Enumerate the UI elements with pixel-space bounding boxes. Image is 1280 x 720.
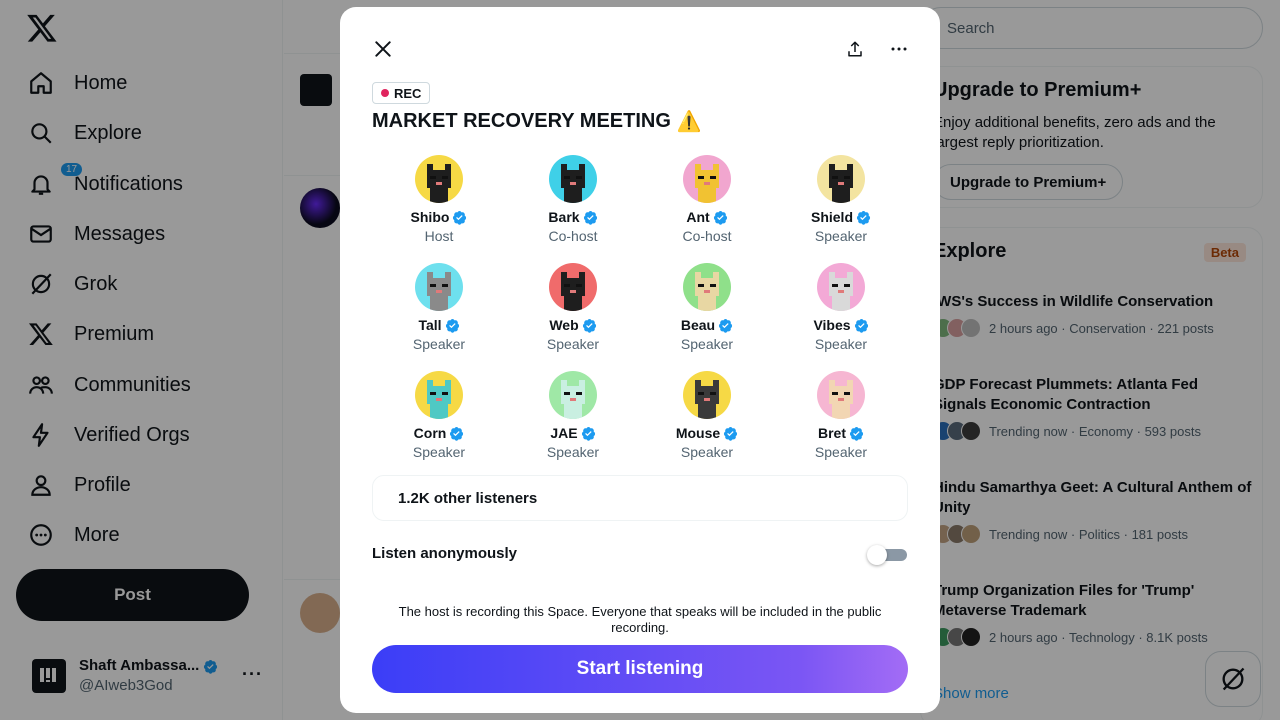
participant-ant[interactable]: Ant Co-host	[640, 155, 774, 263]
participant-name-row: Mouse	[676, 424, 738, 442]
participant-beau[interactable]: Beau Speaker	[640, 263, 774, 371]
avatar	[683, 263, 731, 311]
verified-badge-icon	[583, 210, 597, 225]
verified-badge-icon	[854, 318, 868, 333]
participant-role: Co-host	[682, 228, 732, 244]
verified-badge-icon	[713, 210, 727, 225]
participant-bret[interactable]: Bret Speaker	[774, 371, 908, 479]
participant-name: Mouse	[675, 425, 721, 441]
participant-name-row: Corn	[414, 424, 465, 442]
participant-name-row: Vibes	[813, 316, 868, 334]
participant-name: Shibo	[410, 209, 450, 225]
participant-name: Vibes	[813, 317, 851, 333]
participant-role: Speaker	[412, 336, 466, 352]
recording-notice: The host is recording this Space. Everyo…	[398, 604, 882, 635]
verified-badge-icon	[581, 426, 595, 441]
warning-icon: ⚠️	[676, 111, 702, 133]
avatar	[415, 371, 463, 419]
verified-badge-icon	[582, 318, 596, 333]
verified-badge-icon	[856, 210, 871, 225]
participant-name: Ant	[686, 209, 710, 225]
participant-role: Speaker	[412, 444, 466, 460]
participant-name: Web	[549, 317, 579, 333]
participant-corn[interactable]: Corn Speaker	[372, 371, 506, 479]
participant-name-row: Tall	[418, 316, 459, 334]
verified-badge-icon	[719, 318, 733, 333]
space-modal: REC MARKET RECOVERY MEETING ⚠️ Shibo Host…	[340, 7, 940, 713]
more-options-button[interactable]	[883, 33, 915, 65]
share-button[interactable]	[839, 33, 871, 65]
participant-name: JAE	[550, 425, 578, 441]
recording-dot-icon	[381, 89, 389, 97]
participant-name-row: Shield	[811, 208, 871, 226]
space-title: MARKET RECOVERY MEETING ⚠️	[372, 109, 702, 134]
avatar	[683, 155, 731, 203]
listeners-count[interactable]: 1.2K other listeners	[372, 475, 908, 521]
avatar	[817, 371, 865, 419]
participant-name-row: JAE	[550, 424, 595, 442]
listen-anonymously-toggle[interactable]	[867, 544, 909, 566]
recording-label: REC	[394, 85, 422, 101]
participants-grid: Shibo Host Bark Co-host Ant Co-host Shield S…	[372, 155, 908, 479]
avatar	[415, 155, 463, 203]
verified-badge-icon	[445, 318, 459, 333]
participant-vibes[interactable]: Vibes Speaker	[774, 263, 908, 371]
participant-web[interactable]: Web Speaker	[506, 263, 640, 371]
avatar	[415, 263, 463, 311]
participant-role: Speaker	[814, 228, 868, 244]
participant-shibo[interactable]: Shibo Host	[372, 155, 506, 263]
participant-bark[interactable]: Bark Co-host	[506, 155, 640, 263]
participant-role: Speaker	[680, 336, 734, 352]
participant-name: Tall	[418, 317, 442, 333]
participant-name-row: Ant	[686, 208, 727, 226]
close-button[interactable]	[367, 33, 399, 65]
verified-badge-icon	[724, 426, 738, 441]
space-title-text: MARKET RECOVERY MEETING	[372, 110, 671, 132]
participant-role: Speaker	[814, 336, 868, 352]
avatar	[549, 263, 597, 311]
participant-shield[interactable]: Shield Speaker	[774, 155, 908, 263]
participant-role: Co-host	[548, 228, 598, 244]
verified-badge-icon	[453, 210, 467, 225]
listen-anonymously-label: Listen anonymously	[372, 545, 518, 562]
participant-role: Speaker	[546, 444, 600, 460]
participant-name: Bark	[548, 209, 580, 225]
participant-mouse[interactable]: Mouse Speaker	[640, 371, 774, 479]
participant-name: Shield	[810, 209, 853, 225]
avatar	[817, 263, 865, 311]
participant-role: Speaker	[814, 444, 868, 460]
participant-role: Host	[424, 228, 454, 244]
participant-name: Beau	[680, 317, 716, 333]
toggle-knob	[867, 545, 887, 565]
participant-name-row: Shibo	[411, 208, 468, 226]
more-dots-icon	[891, 47, 907, 51]
start-listening-button[interactable]: Start listening	[372, 645, 908, 693]
avatar	[683, 371, 731, 419]
participant-name: Bret	[817, 425, 846, 441]
participant-tall[interactable]: Tall Speaker	[372, 263, 506, 371]
verified-badge-icon	[450, 426, 464, 441]
recording-badge: REC	[372, 82, 431, 104]
participant-role: Speaker	[680, 444, 734, 460]
participant-name-row: Web	[549, 316, 596, 334]
participant-name-row: Beau	[681, 316, 733, 334]
close-icon	[375, 41, 391, 57]
participant-jae[interactable]: JAE Speaker	[506, 371, 640, 479]
participant-role: Speaker	[546, 336, 600, 352]
participant-name-row: Bark	[548, 208, 597, 226]
participant-name: Corn	[413, 425, 447, 441]
participant-name-row: Bret	[818, 424, 864, 442]
avatar	[549, 371, 597, 419]
share-icon	[848, 41, 862, 57]
verified-badge-icon	[849, 426, 864, 441]
avatar	[817, 155, 865, 203]
avatar	[549, 155, 597, 203]
